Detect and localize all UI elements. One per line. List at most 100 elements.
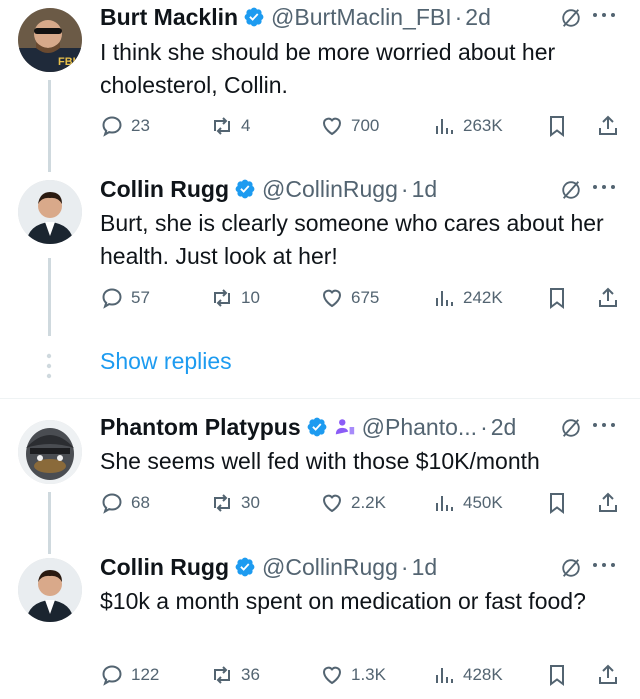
divider — [0, 398, 640, 399]
author-handle[interactable]: @Phanto... — [362, 414, 477, 441]
reply-button[interactable]: 23 — [100, 111, 150, 141]
tweet-text: $10k a month spent on medication or fast… — [100, 588, 586, 614]
like-icon — [322, 494, 342, 513]
separator: · — [400, 175, 409, 202]
repost-button[interactable]: 4 — [210, 111, 250, 141]
fbi-badge: FBI — [58, 56, 76, 68]
like-count: 2.2K — [351, 493, 386, 512]
repost-count: 4 — [241, 116, 251, 135]
reply-count: 23 — [131, 116, 150, 135]
repost-icon — [214, 117, 230, 135]
tweet[interactable]: Phantom Platypus @Phanto... · 2d She see… — [0, 410, 640, 550]
grok-icon[interactable] — [560, 7, 582, 29]
action-bar: 57 10 675 242K — [100, 283, 625, 313]
tweet-text: She seems well fed with those $10K/month — [100, 448, 540, 474]
repost-button[interactable]: 30 — [210, 488, 260, 518]
views-button[interactable]: 242K — [432, 283, 503, 313]
views-icon — [436, 668, 453, 683]
bookmark-icon[interactable] — [545, 111, 569, 141]
verified-badge-icon — [235, 179, 255, 199]
bookmark-icon[interactable] — [545, 660, 569, 690]
more-icon[interactable] — [590, 4, 618, 26]
avatar[interactable]: FBI — [18, 8, 82, 72]
author-name[interactable]: Burt Macklin — [100, 4, 238, 31]
reply-icon — [102, 116, 122, 137]
action-bar: 68 30 2.2K 450K — [100, 488, 625, 518]
author-handle[interactable]: @CollinRugg — [262, 554, 398, 581]
views-button[interactable]: 450K — [432, 488, 503, 518]
timestamp[interactable]: 2d — [491, 414, 517, 441]
share-icon[interactable] — [596, 111, 620, 141]
views-count: 428K — [463, 665, 503, 684]
views-icon — [436, 119, 453, 134]
like-count: 700 — [351, 116, 380, 135]
views-button[interactable]: 428K — [432, 660, 503, 690]
tweet[interactable]: FBI Burt Macklin @BurtMaclin_FBI · 2d I … — [0, 0, 640, 170]
bookmark-icon[interactable] — [545, 488, 569, 518]
like-icon — [322, 666, 342, 685]
views-button[interactable]: 263K — [432, 111, 503, 141]
verified-badge-icon — [307, 417, 327, 437]
like-button[interactable]: 675 — [320, 283, 379, 313]
author-name[interactable]: Collin Rugg — [100, 176, 229, 203]
more-icon[interactable] — [590, 414, 618, 436]
reply-button[interactable]: 68 — [100, 488, 150, 518]
separator: · — [400, 553, 409, 580]
avatar[interactable] — [18, 558, 82, 622]
views-icon — [436, 291, 453, 306]
repost-icon — [214, 666, 230, 684]
action-bar: 122 36 1.3K 428K — [100, 660, 625, 690]
avatar[interactable] — [18, 420, 82, 484]
timestamp[interactable]: 1d — [412, 554, 438, 581]
reply-icon — [102, 288, 122, 309]
repost-button[interactable]: 36 — [210, 660, 260, 690]
reply-icon — [102, 493, 122, 514]
like-count: 675 — [351, 288, 380, 307]
like-button[interactable]: 700 — [320, 111, 379, 141]
like-count: 1.3K — [351, 665, 386, 684]
views-icon — [436, 496, 453, 511]
repost-icon — [214, 494, 230, 512]
timestamp[interactable]: 1d — [412, 176, 438, 203]
timestamp[interactable]: 2d — [465, 4, 491, 31]
reply-icon — [102, 665, 122, 686]
bookmark-icon[interactable] — [545, 283, 569, 313]
avatar[interactable] — [18, 180, 82, 244]
tweet[interactable]: Collin Rugg @CollinRugg · 1d $10k a mont… — [0, 550, 640, 699]
tweet[interactable]: Collin Rugg @CollinRugg · 1d Burt, she i… — [0, 172, 640, 342]
more-icon[interactable] — [590, 554, 618, 576]
show-replies-link[interactable]: Show replies — [100, 348, 232, 375]
like-button[interactable]: 2.2K — [320, 488, 386, 518]
like-icon — [322, 117, 342, 136]
author-name[interactable]: Collin Rugg — [100, 554, 229, 581]
like-button[interactable]: 1.3K — [320, 660, 386, 690]
grok-icon[interactable] — [560, 417, 582, 439]
reply-button[interactable]: 57 — [100, 283, 150, 313]
verified-badge-icon — [244, 7, 264, 27]
share-icon[interactable] — [596, 283, 620, 313]
reply-count: 68 — [131, 493, 150, 512]
reply-button[interactable]: 122 — [100, 660, 159, 690]
reply-count: 122 — [131, 665, 160, 684]
repost-count: 36 — [241, 665, 260, 684]
grok-icon[interactable] — [560, 557, 582, 579]
verified-badge-icon — [235, 557, 255, 577]
grok-icon[interactable] — [560, 179, 582, 201]
affiliate-icon — [335, 419, 354, 435]
reply-count: 57 — [131, 288, 150, 307]
repost-icon — [214, 289, 230, 307]
tweet-text: Burt, she is clearly someone who cares a… — [100, 210, 611, 269]
repost-count: 30 — [241, 493, 260, 512]
author-handle[interactable]: @BurtMaclin_FBI — [271, 4, 452, 31]
tweet-text: I think she should be more worried about… — [100, 39, 562, 98]
share-icon[interactable] — [596, 660, 620, 690]
author-name[interactable]: Phantom Platypus — [100, 414, 301, 441]
author-handle[interactable]: @CollinRugg — [262, 176, 398, 203]
separator: · — [480, 413, 488, 440]
repost-button[interactable]: 10 — [210, 283, 260, 313]
like-icon — [322, 289, 342, 308]
repost-count: 10 — [241, 288, 260, 307]
separator: · — [454, 3, 463, 30]
more-icon[interactable] — [590, 176, 618, 198]
share-icon[interactable] — [596, 488, 620, 518]
